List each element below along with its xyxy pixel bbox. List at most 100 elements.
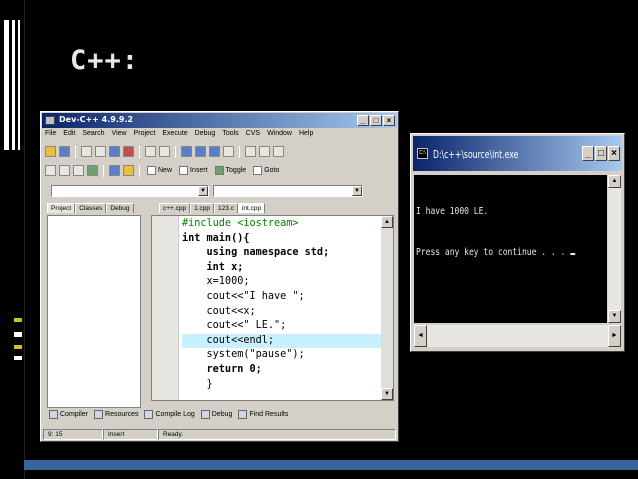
decor-stripe: [12, 20, 15, 150]
scroll-right-icon[interactable]: ►: [608, 325, 621, 347]
toggle-button[interactable]: Toggle: [213, 166, 249, 175]
options-icon[interactable]: [273, 146, 284, 157]
close-file-icon[interactable]: [123, 146, 134, 157]
open-icon[interactable]: [95, 146, 106, 157]
insert-label: Insert: [190, 167, 208, 174]
scroll-up-icon[interactable]: ▲: [381, 216, 393, 228]
member-combo[interactable]: ▼: [213, 185, 363, 197]
new-label: New: [158, 167, 173, 174]
code-line: cout<<" LE.";: [182, 320, 287, 332]
menu-project[interactable]: Project: [134, 130, 156, 141]
menu-view[interactable]: View: [112, 130, 127, 141]
console-vscrollbar[interactable]: ▲ ▼: [608, 175, 621, 323]
redo-icon[interactable]: [159, 146, 170, 157]
save-icon[interactable]: [109, 146, 120, 157]
menu-debug[interactable]: Debug: [195, 130, 216, 141]
tab-find-results-label: Find Results: [249, 411, 289, 418]
console-titlebar[interactable]: C:\ D:\c++\source\int.exe _ □ ×: [413, 136, 622, 171]
undo-icon[interactable]: [145, 146, 156, 157]
output-line-prompt: Press any key to continue . . .: [416, 246, 575, 260]
replace-icon[interactable]: [195, 146, 206, 157]
minimize-button[interactable]: _: [582, 146, 594, 161]
tab-resources[interactable]: Resources: [92, 409, 140, 420]
goto-button[interactable]: Goto: [251, 166, 281, 175]
help-icon[interactable]: [109, 165, 120, 176]
code-line: system("pause");: [182, 349, 305, 361]
toolbar-main: [45, 144, 284, 159]
tab-compiler[interactable]: Compiler: [47, 409, 90, 420]
tab-compiler-label: Compiler: [60, 411, 89, 418]
tab-classes[interactable]: Classes: [75, 203, 107, 213]
project-panel[interactable]: [47, 215, 141, 408]
menu-window[interactable]: Window: [267, 130, 292, 141]
run-icon[interactable]: [59, 146, 70, 157]
about-icon[interactable]: [123, 165, 134, 176]
grid-icon[interactable]: [73, 165, 84, 176]
close-button[interactable]: ×: [383, 115, 395, 126]
menu-help[interactable]: Help: [299, 130, 313, 141]
find-next-icon[interactable]: [209, 146, 220, 157]
chevron-down-icon[interactable]: ▼: [352, 186, 362, 196]
check-icon[interactable]: [87, 165, 98, 176]
scroll-down-icon[interactable]: ▼: [381, 388, 393, 400]
console-output[interactable]: I have 1000 LE. Press any key to continu…: [414, 175, 607, 323]
menu-cvs[interactable]: CVS: [246, 130, 260, 141]
scroll-down-icon[interactable]: ▼: [608, 310, 621, 323]
code-area[interactable]: #include <iostream> int main(){ using na…: [182, 217, 382, 392]
toggle-label: Toggle: [225, 167, 247, 174]
grid-icon[interactable]: [45, 165, 56, 176]
maximize-button[interactable]: □: [370, 115, 382, 126]
maximize-button[interactable]: □: [595, 146, 607, 161]
output-line: I have 1000 LE.: [416, 206, 489, 217]
editor-gutter: [152, 216, 179, 400]
code-editor[interactable]: #include <iostream> int main(){ using na…: [151, 215, 394, 401]
insert-button[interactable]: Insert: [177, 166, 210, 175]
status-text: Ready.: [158, 429, 396, 440]
status-bar: 9: 15 Insert Ready.: [43, 429, 396, 440]
compile-icon[interactable]: [45, 146, 56, 157]
print-icon[interactable]: [223, 146, 234, 157]
decor-stripe: [14, 356, 22, 360]
decor-stripe: [14, 332, 22, 337]
chevron-down-icon[interactable]: ▼: [198, 186, 208, 196]
devcpp-titlebar[interactable]: Dev-C++ 4.9.9.2 _ □ ×: [42, 113, 397, 128]
menu-execute[interactable]: Execute: [162, 130, 187, 141]
tab-int-cpp[interactable]: int.cpp: [237, 203, 266, 213]
tab-find-results[interactable]: Find Results: [236, 409, 290, 420]
menu-edit[interactable]: Edit: [63, 130, 75, 141]
new-file-icon[interactable]: [81, 146, 92, 157]
menu-tools[interactable]: Tools: [222, 130, 238, 141]
editor-scrollbar[interactable]: ▲ ▼: [381, 216, 393, 400]
scroll-left-icon[interactable]: ◄: [414, 325, 427, 347]
tab-debug-output[interactable]: Debug: [199, 409, 235, 420]
minimize-button[interactable]: _: [357, 115, 369, 126]
menu-search[interactable]: Search: [82, 130, 104, 141]
tab-project[interactable]: Project: [47, 203, 76, 213]
tab-compile-log-label: Compile Log: [155, 411, 195, 418]
menu-file[interactable]: File: [45, 130, 56, 141]
tab-resources-label: Resources: [105, 411, 139, 418]
find-icon[interactable]: [181, 146, 192, 157]
tab-debug[interactable]: Debug: [106, 203, 134, 213]
tab-compile-log[interactable]: Compile Log: [142, 409, 196, 420]
code-line: int x;: [182, 261, 244, 273]
toggle-icon: [214, 166, 224, 175]
grid-icon[interactable]: [59, 165, 70, 176]
divider: [24, 0, 25, 479]
goto-line-icon[interactable]: [245, 146, 256, 157]
class-combo[interactable]: ▼: [51, 185, 209, 197]
tab-1-cpp[interactable]: 1.cpp: [190, 203, 215, 213]
close-button[interactable]: ×: [608, 146, 620, 161]
bookmark-icon[interactable]: [259, 146, 270, 157]
console-window: C:\ D:\c++\source\int.exe _ □ × I have 1…: [410, 133, 625, 352]
scroll-up-icon[interactable]: ▲: [608, 175, 621, 188]
app-icon: [45, 116, 55, 125]
toolbar-separator: [75, 145, 76, 158]
tab-cpp-cpp[interactable]: c++.cpp: [159, 203, 191, 213]
window-controls: _ □ ×: [357, 115, 395, 126]
code-line: #include <iostream>: [182, 218, 299, 229]
console-hscrollbar[interactable]: ◄ ►: [414, 325, 621, 347]
tab-123-c[interactable]: 123.c: [214, 203, 238, 213]
new-button[interactable]: New: [145, 166, 174, 175]
toolbar-separator: [139, 164, 140, 177]
